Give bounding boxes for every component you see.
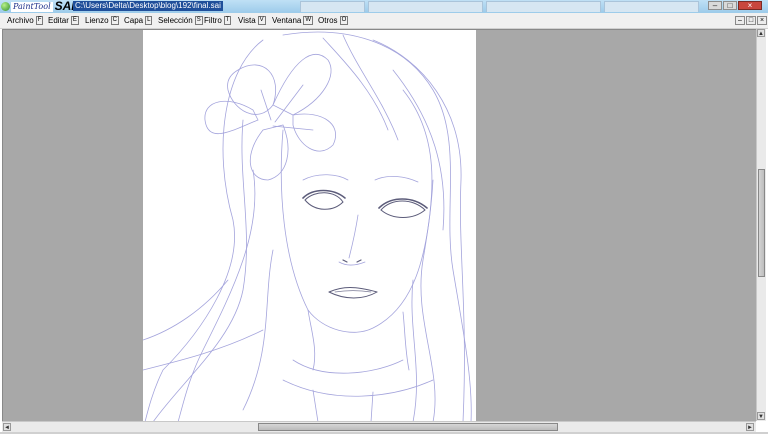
menu-shortcut: E [70,16,79,26]
horizontal-scrollbar[interactable]: ◄ ► [2,421,756,432]
menu-archivo[interactable]: Archivo F [7,15,44,26]
menu-lienzo[interactable]: Lienzo C [85,15,119,26]
window-minimize-button[interactable]: – [708,1,722,10]
canvas-workspace[interactable] [2,29,756,421]
app-name: SAI [54,0,75,13]
menu-bar: Archivo F Editar E Lienzo C Capa L Selección… [0,13,768,29]
menu-filtro[interactable]: Filtro T [204,15,232,26]
menu-label: Editar [48,16,69,25]
document-maximize-button[interactable]: □ [746,16,756,25]
background-tab [368,1,483,12]
background-tab [300,1,365,12]
menu-label: Otros [318,16,338,25]
menu-label: Archivo [7,16,34,25]
minimize-icon: – [738,17,742,24]
app-logo: PaintTool SAI [1,0,75,13]
menu-ventana[interactable]: Ventana W [272,15,314,26]
document-close-button[interactable]: × [757,16,767,25]
arrow-up-icon: ▲ [758,31,764,37]
horizontal-scroll-thumb[interactable] [258,423,558,431]
background-tab [604,1,699,12]
maximize-icon: □ [748,17,754,24]
menu-capa[interactable]: Capa L [124,15,153,26]
menu-shortcut: F [35,16,44,26]
menu-shortcut: L [145,16,153,26]
menu-otros[interactable]: Otros O [318,15,349,26]
scroll-right-button[interactable]: ► [746,423,754,431]
menu-label: Vista [238,16,256,25]
maximize-icon: □ [727,1,733,10]
scroll-up-button[interactable]: ▲ [757,29,765,37]
window-maximize-button[interactable]: □ [723,1,737,10]
minimize-icon: – [712,1,718,10]
document-minimize-button[interactable]: – [735,16,745,25]
vertical-scrollbar[interactable]: ▲ ▼ [756,29,766,421]
arrow-right-icon: ► [747,425,753,431]
menu-label: Lienzo [85,16,109,25]
menu-label: Ventana [272,16,302,25]
arrow-left-icon: ◄ [4,425,10,431]
file-path: C:\Users\Delta\Desktop\blog\192\final.sa… [73,1,223,11]
scroll-left-button[interactable]: ◄ [3,423,11,431]
sketch-artwork [143,31,472,421]
menu-vista[interactable]: Vista V [238,15,266,26]
title-bar: PaintTool SAI C:\Users\Delta\Desktop\blo… [0,0,768,13]
menu-label: Selección [158,16,193,25]
menu-label: Filtro [204,16,222,25]
menu-editar[interactable]: Editar E [48,15,79,26]
scroll-down-button[interactable]: ▼ [757,412,765,420]
background-tab [486,1,601,12]
menu-shortcut: W [303,16,314,26]
menu-shortcut: S [194,16,203,26]
drawing-canvas[interactable] [143,30,476,421]
arrow-down-icon: ▼ [758,414,764,420]
app-logo-icon [1,2,10,11]
menu-label: Capa [124,16,144,25]
menu-shortcut: O [339,16,349,26]
close-icon: × [747,1,753,10]
background-window-tabs [300,0,768,13]
window-close-button[interactable]: × [738,1,762,10]
menu-shortcut: T [223,16,232,26]
close-icon: × [759,17,765,24]
menu-seleccion[interactable]: Selección S [158,15,203,26]
app-logo-text: PaintTool [11,1,53,12]
menu-shortcut: V [257,16,266,26]
menu-shortcut: C [110,16,119,26]
vertical-scroll-thumb[interactable] [758,169,765,277]
